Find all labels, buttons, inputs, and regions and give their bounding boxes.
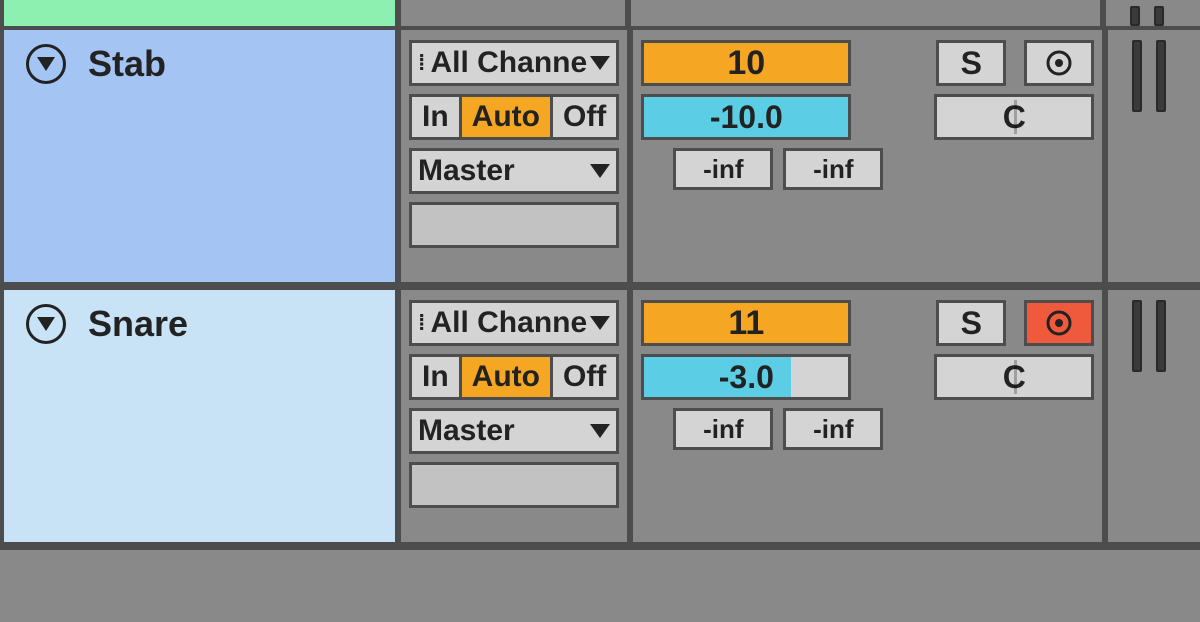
solo-button[interactable]: S — [936, 40, 1006, 86]
track-divider — [0, 546, 1200, 550]
meter-bar — [1154, 6, 1164, 26]
track-activator-button[interactable]: 10 — [641, 40, 851, 86]
input-channel-label: All Channe — [430, 304, 587, 342]
monitor-segmented-control: In Auto Off — [409, 354, 619, 400]
send-a-knob[interactable]: -inf — [673, 148, 773, 190]
pan-slider[interactable]: C — [934, 354, 1094, 400]
track-name-label[interactable]: Stab — [88, 44, 166, 84]
monitor-auto-button[interactable]: Auto — [462, 97, 553, 137]
track-activator-button[interactable]: 11 — [641, 300, 851, 346]
output-routing-dropdown[interactable]: Master — [409, 148, 619, 194]
pan-slider[interactable]: C — [934, 94, 1094, 140]
chevron-down-icon — [590, 424, 610, 438]
track-title-cell[interactable]: Stab — [0, 30, 395, 282]
previous-track-title-cell[interactable] — [0, 0, 395, 26]
meter-bar — [1130, 6, 1140, 26]
send-b-knob[interactable]: -inf — [783, 148, 883, 190]
track-name-label[interactable]: Snare — [88, 304, 188, 344]
record-icon — [1044, 48, 1074, 78]
track-io-cell: ⁞ All Channe In Auto Off Master — [395, 30, 627, 282]
track-meter-cell — [1102, 30, 1190, 282]
track-io-cell: ⁞ All Channe In Auto Off Master — [395, 290, 627, 542]
volume-slider[interactable]: -3.0 — [641, 354, 851, 400]
chevron-down-icon — [37, 317, 55, 331]
input-channel-label: All Channe — [430, 44, 587, 82]
track-title-cell[interactable]: Snare — [0, 290, 395, 542]
fold-track-button[interactable] — [26, 44, 66, 84]
fold-track-button[interactable] — [26, 304, 66, 344]
chevron-down-icon — [590, 164, 610, 178]
track-mixer-cell: 10 S -10.0 C -inf -inf — [627, 30, 1102, 282]
solo-button[interactable]: S — [936, 300, 1006, 346]
monitor-in-button[interactable]: In — [412, 97, 462, 137]
monitor-off-button[interactable]: Off — [553, 97, 616, 137]
midi-input-icon: ⁞ — [418, 44, 423, 82]
send-a-knob[interactable]: -inf — [673, 408, 773, 450]
chevron-down-icon — [37, 57, 55, 71]
track-mixer-cell: 11 S -3.0 C -inf -inf — [627, 290, 1102, 542]
monitor-off-button[interactable]: Off — [553, 357, 616, 397]
previous-track-mix-cell — [625, 0, 1100, 26]
meter-bar — [1156, 40, 1166, 112]
meter-bar — [1132, 300, 1142, 372]
track-row: Stab ⁞ All Channe In Auto Off Master 10 … — [0, 26, 1200, 286]
monitor-in-button[interactable]: In — [412, 357, 462, 397]
track-row: Snare ⁞ All Channe In Auto Off Master 11… — [0, 286, 1200, 546]
output-routing-dropdown[interactable]: Master — [409, 408, 619, 454]
chevron-down-icon — [590, 56, 610, 70]
output-routing-label: Master — [418, 412, 515, 450]
meter-bar — [1156, 300, 1166, 372]
output-routing-label: Master — [418, 152, 515, 190]
input-channel-dropdown[interactable]: ⁞ All Channe — [409, 300, 619, 346]
previous-track-strip — [0, 0, 1200, 26]
input-channel-dropdown[interactable]: ⁞ All Channe — [409, 40, 619, 86]
monitor-auto-button[interactable]: Auto — [462, 357, 553, 397]
record-icon — [1044, 308, 1074, 338]
send-b-knob[interactable]: -inf — [783, 408, 883, 450]
chevron-down-icon — [590, 316, 610, 330]
output-channel-dropdown[interactable] — [409, 202, 619, 248]
output-channel-dropdown[interactable] — [409, 462, 619, 508]
volume-slider[interactable]: -10.0 — [641, 94, 851, 140]
record-arm-button[interactable] — [1024, 40, 1094, 86]
midi-input-icon: ⁞ — [418, 304, 423, 342]
meter-bar — [1132, 40, 1142, 112]
previous-track-meter-cell — [1100, 0, 1188, 26]
previous-track-io-cell — [395, 0, 625, 26]
monitor-segmented-control: In Auto Off — [409, 94, 619, 140]
record-arm-button[interactable] — [1024, 300, 1094, 346]
track-meter-cell — [1102, 290, 1190, 542]
